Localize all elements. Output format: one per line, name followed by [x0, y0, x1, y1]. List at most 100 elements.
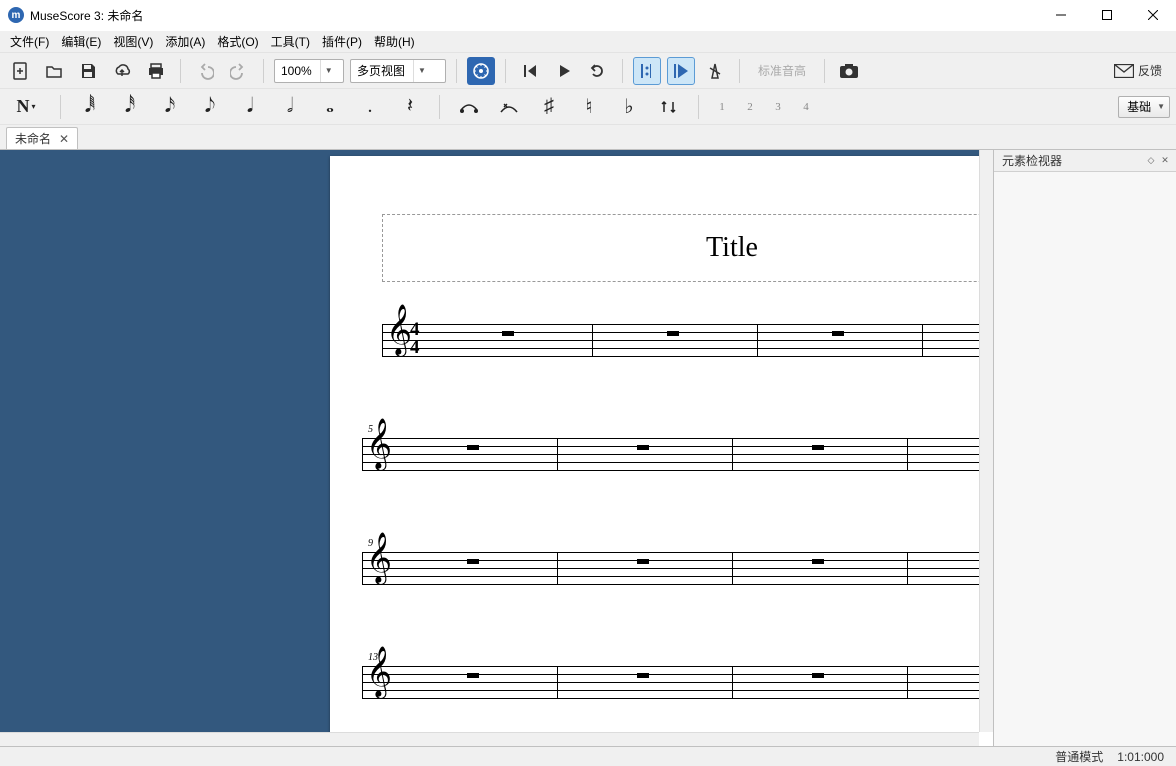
menu-file[interactable]: 文件(F) — [4, 31, 55, 52]
whole-rest[interactable] — [812, 673, 824, 678]
play-button[interactable] — [550, 57, 578, 85]
concert-pitch-button[interactable]: 标准音高 — [750, 57, 814, 85]
vertical-scrollbar[interactable] — [979, 150, 993, 732]
staff-system-4[interactable]: 13 𝄞 — [362, 666, 994, 698]
panel-close-icon[interactable]: ✕ — [1158, 154, 1172, 168]
duration-16th-button[interactable]: 𝅘𝅥𝅯 — [155, 93, 185, 121]
duration-dot-button[interactable]: . — [355, 93, 385, 121]
flip-button[interactable] — [654, 93, 684, 121]
zoom-value: 100% — [281, 64, 312, 78]
screenshot-button[interactable] — [835, 57, 863, 85]
voice-1-button[interactable]: 1 — [713, 93, 731, 121]
score-canvas[interactable]: Title 𝄞 4 4 — [0, 150, 979, 732]
voice-2-button[interactable]: 2 — [741, 93, 759, 121]
menu-plugins[interactable]: 插件(P) — [316, 31, 368, 52]
duration-quarter-button[interactable]: 𝅘𝅥 — [235, 93, 265, 121]
window-maximize-button[interactable] — [1084, 0, 1130, 30]
flat-button[interactable]: ♭ — [614, 93, 644, 121]
note-input-mode-button[interactable]: N▾ — [6, 93, 46, 121]
menu-tools[interactable]: 工具(T) — [265, 31, 316, 52]
treble-clef-icon: 𝄞 — [366, 656, 392, 688]
workspace-selector[interactable]: 基础 ▼ — [1118, 96, 1170, 118]
whole-rest[interactable] — [667, 331, 679, 336]
whole-rest[interactable] — [467, 673, 479, 678]
save-button[interactable] — [74, 57, 102, 85]
inspector-header[interactable]: 元素检视器 ◇ ✕ — [994, 150, 1176, 172]
score-page[interactable]: Title 𝄞 4 4 — [330, 156, 994, 746]
treble-clef-icon: 𝄞 — [386, 314, 412, 346]
treble-clef-icon: 𝄞 — [366, 428, 392, 460]
cloud-save-button[interactable] — [108, 57, 136, 85]
rewind-button[interactable] — [516, 57, 544, 85]
window-title: MuseScore 3: 未命名 — [30, 7, 143, 24]
whole-rest[interactable] — [812, 559, 824, 564]
undo-button[interactable] — [191, 57, 219, 85]
staff-system-1[interactable]: 𝄞 4 4 — [382, 324, 994, 356]
document-tab[interactable]: 未命名 ✕ — [6, 127, 78, 149]
voice-3-button[interactable]: 3 — [769, 93, 787, 121]
concert-pitch-label: 标准音高 — [758, 62, 806, 79]
print-button[interactable] — [142, 57, 170, 85]
menu-edit[interactable]: 编辑(E) — [55, 31, 107, 52]
score-canvas-wrap: Title 𝄞 4 4 — [0, 150, 994, 746]
zoom-combo[interactable]: 100% ▼ — [274, 59, 344, 83]
slur-button[interactable] — [494, 93, 524, 121]
pan-playback-button[interactable] — [667, 57, 695, 85]
whole-rest[interactable] — [832, 331, 844, 336]
tie-button[interactable] — [454, 93, 484, 121]
status-bar: 普通模式 1:01:000 — [0, 746, 1176, 766]
score-title-frame[interactable]: Title — [382, 214, 994, 282]
time-signature[interactable]: 4 4 — [410, 321, 420, 357]
new-score-button[interactable] — [6, 57, 34, 85]
view-mode-value: 多页视图 — [357, 62, 405, 79]
duration-half-button[interactable]: 𝅗𝅥 — [275, 93, 305, 121]
staff-system-2[interactable]: 5 𝄞 — [362, 438, 994, 470]
voice-4-button[interactable]: 4 — [797, 93, 815, 121]
document-tab-row: 未命名 ✕ — [0, 124, 1176, 150]
feedback-button[interactable]: 反馈 — [1106, 57, 1170, 85]
menu-bar: 文件(F) 编辑(E) 视图(V) 添加(A) 格式(O) 工具(T) 插件(P… — [0, 30, 1176, 52]
main-toolbar: 100% ▼ 多页视图 ▼ 标准音高 反馈 — [0, 52, 1176, 88]
whole-rest[interactable] — [467, 445, 479, 450]
whole-rest[interactable] — [637, 673, 649, 678]
whole-rest[interactable] — [637, 445, 649, 450]
inspector-panel: 元素检视器 ◇ ✕ — [994, 150, 1176, 746]
menu-add[interactable]: 添加(A) — [159, 31, 211, 52]
open-button[interactable] — [40, 57, 68, 85]
workspace-selector-label: 基础 — [1127, 98, 1151, 115]
view-mode-combo[interactable]: 多页视图 ▼ — [350, 59, 446, 83]
duration-8th-button[interactable]: 𝅘𝅥𝅮 — [195, 93, 225, 121]
menu-format[interactable]: 格式(O) — [211, 31, 264, 52]
menu-view[interactable]: 视图(V) — [107, 31, 159, 52]
chevron-down-icon: ▼ — [1157, 102, 1165, 111]
whole-rest[interactable] — [812, 445, 824, 450]
score-title[interactable]: Title — [706, 232, 758, 264]
redo-button[interactable] — [225, 57, 253, 85]
mail-icon — [1114, 64, 1134, 78]
metronome-button[interactable] — [701, 57, 729, 85]
window-titlebar: m MuseScore 3: 未命名 — [0, 0, 1176, 30]
horizontal-scrollbar[interactable] — [0, 732, 979, 746]
status-position: 1:01:000 — [1117, 750, 1164, 764]
whole-rest[interactable] — [502, 331, 514, 336]
inspector-title: 元素检视器 — [1002, 152, 1144, 169]
chevron-down-icon: ▼ — [413, 60, 426, 82]
staff-system-3[interactable]: 9 𝄞 — [362, 552, 994, 584]
panel-undock-icon[interactable]: ◇ — [1144, 154, 1158, 168]
whole-rest[interactable] — [467, 559, 479, 564]
natural-button[interactable]: ♮ — [574, 93, 604, 121]
sharp-button[interactable]: ♯ — [534, 93, 564, 121]
window-close-button[interactable] — [1130, 0, 1176, 30]
rest-button[interactable]: 𝄽 — [395, 93, 425, 121]
midi-panic-button[interactable] — [467, 57, 495, 85]
repeat-in-button[interactable] — [633, 57, 661, 85]
menu-help[interactable]: 帮助(H) — [368, 31, 421, 52]
whole-rest[interactable] — [637, 559, 649, 564]
loop-button[interactable] — [584, 57, 612, 85]
duration-whole-button[interactable]: 𝅝 — [315, 93, 345, 121]
close-tab-icon[interactable]: ✕ — [59, 132, 69, 146]
duration-32nd-button[interactable]: 𝅘𝅥𝅰 — [115, 93, 145, 121]
window-minimize-button[interactable] — [1038, 0, 1084, 30]
inspector-body — [994, 172, 1176, 746]
duration-64th-button[interactable]: 𝅘𝅥𝅱 — [75, 93, 105, 121]
